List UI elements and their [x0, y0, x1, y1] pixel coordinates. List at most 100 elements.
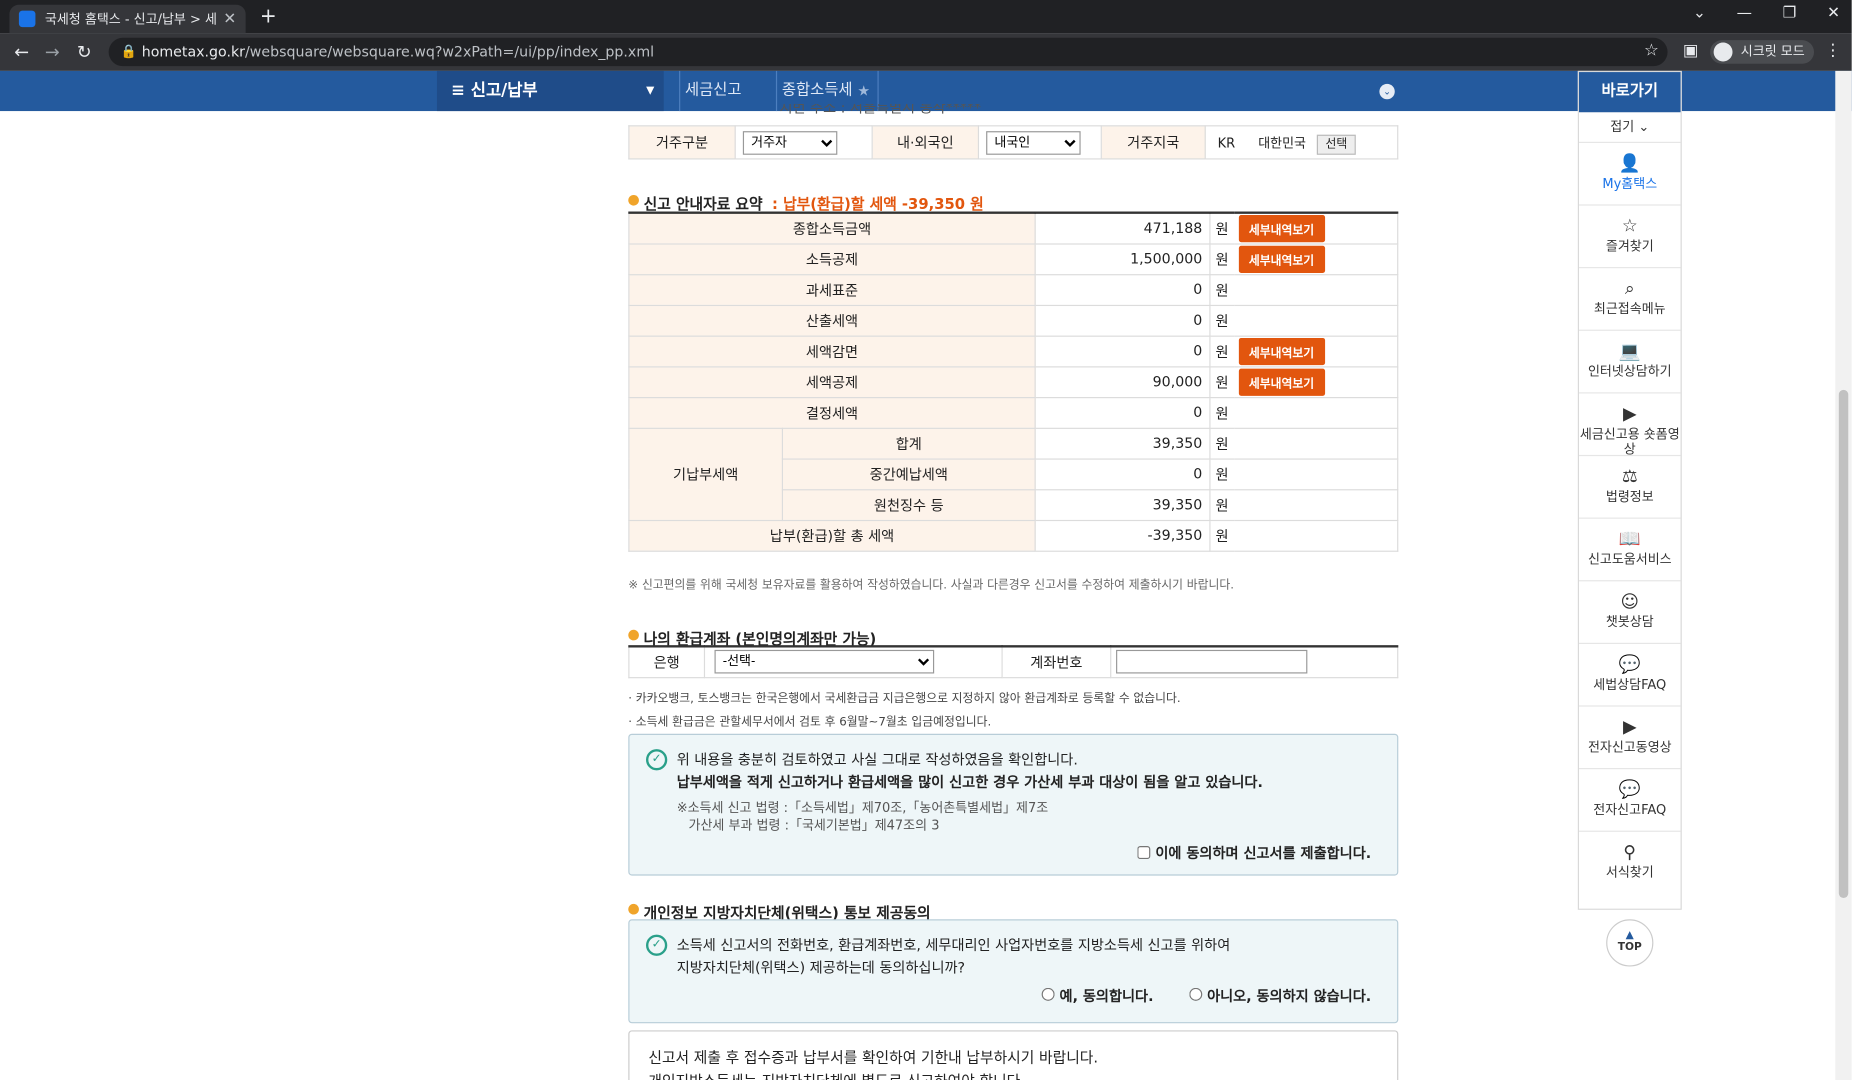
search-icon: ⚲ [1623, 841, 1637, 863]
unit-label: 원 [1209, 212, 1234, 245]
browser-menu-icon[interactable]: ⋮ [1825, 41, 1842, 60]
unit-label: 원 [1209, 273, 1234, 306]
close-tab-icon[interactable]: ✕ [223, 10, 236, 28]
address-partial: 지번 주소 : 서울특별시 동작***** [779, 103, 982, 116]
quick-chatbot[interactable]: ☺ 챗봇상담 [1578, 581, 1681, 644]
bookmark-star-icon[interactable]: ☆ [1644, 41, 1659, 60]
privacy-choice: 예, 동의합니다. 아니오, 동의하지 않습니다. [1041, 985, 1372, 1005]
residence-type-label: 거주구분 [628, 125, 736, 160]
scrollbar-thumb[interactable] [1838, 389, 1849, 899]
row-label: 원천징수 등 [781, 488, 1036, 521]
url-field[interactable]: 🔒 hometax.go.kr/websquare/websquare.wq?w… [108, 37, 1668, 67]
quick-efiling-faq[interactable]: 💬 전자신고FAQ [1578, 769, 1681, 832]
scrollbar[interactable] [1835, 70, 1852, 1080]
bank-select[interactable]: -선택- [714, 650, 935, 674]
video-icon: ▶ [1622, 716, 1637, 738]
side-panel-icon[interactable]: ▣ [1683, 41, 1699, 60]
menu-label: 신고/납부 [470, 81, 538, 101]
new-tab-icon[interactable]: + [260, 5, 277, 29]
quick-label: 세법상담FAQ [1593, 677, 1667, 693]
quick-tax-faq[interactable]: 💬 세법상담FAQ [1578, 644, 1681, 707]
country-code: KR [1217, 135, 1236, 151]
confirm-line-1: 위 내용을 충분히 검토하였고 사실 그대로 작성하였음을 확인합니다. [676, 751, 1078, 769]
privacy-no-radio[interactable] [1189, 987, 1203, 1001]
table-row: 기납부세액 합계 39,350 원 [628, 427, 1399, 521]
reload-icon[interactable]: ↻ [77, 41, 92, 62]
nationality-select[interactable]: 내국인 [986, 130, 1081, 155]
privacy-no-label: 아니오, 동의하지 않습니다. [1207, 987, 1372, 1005]
browser-tab-bar: 국세청 홈택스 - 신고/납부 > 세 ✕ + ⌄ — ❐ ✕ [0, 0, 1852, 34]
country-select-button[interactable]: 선택 [1317, 134, 1356, 155]
quick-label: 전자신고FAQ [1593, 802, 1667, 818]
menu-dropdown[interactable]: ≡ 신고/납부 ▼ [436, 70, 664, 112]
fold-button[interactable]: 접기 ⌄ [1578, 112, 1681, 143]
detail-button[interactable]: 세부내역보기 [1238, 245, 1325, 273]
breadcrumb-separator [664, 70, 681, 112]
quick-law-info[interactable]: ⚖ 법령정보 [1578, 456, 1681, 519]
unit-label: 원 [1209, 334, 1234, 367]
prepaid-label: 기납부세액 [628, 427, 784, 521]
residence-type-select[interactable]: 거주자 [742, 130, 838, 155]
nationality-label: 내·외국인 [871, 125, 980, 160]
account-number-input[interactable] [1116, 650, 1308, 674]
address-bar-row: ← → ↻ 🔒 hometax.go.kr/websquare/websquar… [0, 33, 1852, 71]
table-row: 세액감면 0 원 세부내역보기 [628, 334, 1399, 367]
final-notice-box: 신고서 제출 후 접수증과 납부서를 확인하여 기한내 납부하시기 바랍니다. … [628, 1030, 1399, 1080]
forward-icon[interactable]: → [45, 41, 60, 62]
breadcrumb-tax-return[interactable]: 세금신고 [685, 71, 742, 111]
refund-note-1: · 카카오뱅크, 토스뱅크는 한국은행에서 국세환급금 지급은행으로 지정하지 … [628, 692, 1181, 706]
confirm-line-2: 납부세액을 적게 신고하거나 환급세액을 많이 신고한 경우 가산세 부과 대상… [676, 773, 1263, 791]
quick-efiling-video[interactable]: ▶ 전자신고동영상 [1578, 707, 1681, 770]
top-button[interactable]: ▲ TOP [1606, 919, 1654, 967]
quick-menu-header: 바로가기 [1578, 72, 1681, 113]
row-value: 1,500,000 [1034, 242, 1211, 275]
row-label: 납부(환급)할 총 세액 [628, 519, 1036, 552]
table-row: 결정세액 0 원 [628, 396, 1399, 429]
recent-search-icon: ⌕ [1624, 277, 1635, 299]
lock-icon[interactable]: 🔒 [120, 38, 136, 66]
row-value: 0 [1034, 457, 1211, 490]
detail-button[interactable]: 세부내역보기 [1238, 337, 1325, 365]
quick-online-consult[interactable]: 💻 인터넷상담하기 [1578, 331, 1681, 394]
table-row: 과세표준 0 원 [628, 273, 1399, 306]
table-row: 납부(환급)할 총 세액 -39,350 원 [628, 519, 1399, 552]
hometax-favicon-icon [18, 10, 36, 28]
unit-label: 원 [1209, 396, 1234, 429]
refund-note-2: · 소득세 환급금은 관할세무서에서 검토 후 6월말~7월초 입금예정입니다. [628, 716, 992, 730]
incognito-badge[interactable]: 시크릿 모드 [1710, 40, 1815, 64]
unit-label: 원 [1209, 304, 1234, 337]
row-label: 세액공제 [628, 365, 1036, 398]
quick-filing-help[interactable]: 📖 신고도움서비스 [1578, 519, 1681, 582]
law-line-2: 가산세 부과 법령 :「국세기본법」제47조의 3 [688, 817, 940, 834]
close-window-icon[interactable]: ✕ [1827, 5, 1840, 23]
table-row: 소득공제 1,500,000 원 세부내역보기 [628, 242, 1399, 275]
tab-search-icon[interactable]: ⌄ [1693, 5, 1706, 23]
quick-shortform-video[interactable]: ▶ 세금신고용 숏폼영상 [1578, 393, 1681, 457]
gavel-icon: ⚖ [1621, 465, 1638, 487]
privacy-yes-radio[interactable] [1041, 987, 1055, 1001]
quick-label: 서식찾기 [1605, 864, 1654, 881]
minimize-icon[interactable]: — [1737, 5, 1752, 23]
country-name: 대한민국 [1258, 135, 1307, 151]
window-controls: ⌄ — ❐ ✕ [1693, 5, 1840, 23]
restore-icon[interactable]: ❐ [1783, 5, 1797, 23]
final-line-1: 신고서 제출 후 접수증과 납부서를 확인하여 기한내 납부하시기 바랍니다. [648, 1048, 1099, 1066]
row-label: 과세표준 [628, 273, 1036, 306]
law-line-1: ※소득세 신고 법령 :「소득세법」제70조,「농어촌특별세법」제7조 [676, 799, 1049, 816]
browser-tab[interactable]: 국세청 홈택스 - 신고/납부 > 세 ✕ [9, 4, 246, 34]
agree-checkbox[interactable] [1137, 846, 1151, 860]
back-icon[interactable]: ← [14, 41, 29, 62]
quick-my-hometax[interactable]: 👤 My홈택스 [1578, 143, 1681, 206]
summary-tax-amount: : 납부(환급)할 세액 -39,350 원 [772, 194, 984, 213]
quick-favorites[interactable]: ☆ 즐겨찾기 [1578, 206, 1681, 269]
detail-button[interactable]: 세부내역보기 [1238, 214, 1325, 242]
detail-button[interactable]: 세부내역보기 [1238, 368, 1325, 396]
quick-form-search[interactable]: ⚲ 서식찾기 [1579, 832, 1681, 895]
quick-menu-panel: 바로가기 접기 ⌄ 👤 My홈택스 ☆ 즐겨찾기 ⌕ 최근접속메뉴 💻 인터넷상담하기 … [1577, 70, 1682, 910]
bank-label: 은행 [628, 645, 706, 678]
expand-chevron-icon[interactable]: ⌄ [1379, 83, 1395, 100]
incognito-icon [1713, 42, 1733, 62]
privacy-box: ✓ 소득세 신고서의 전화번호, 환급계좌번호, 세무대리인 사업자번호를 지방… [628, 919, 1399, 1024]
quick-recent-menu[interactable]: ⌕ 최근접속메뉴 [1578, 268, 1681, 331]
book-icon: 📖 [1618, 528, 1641, 550]
